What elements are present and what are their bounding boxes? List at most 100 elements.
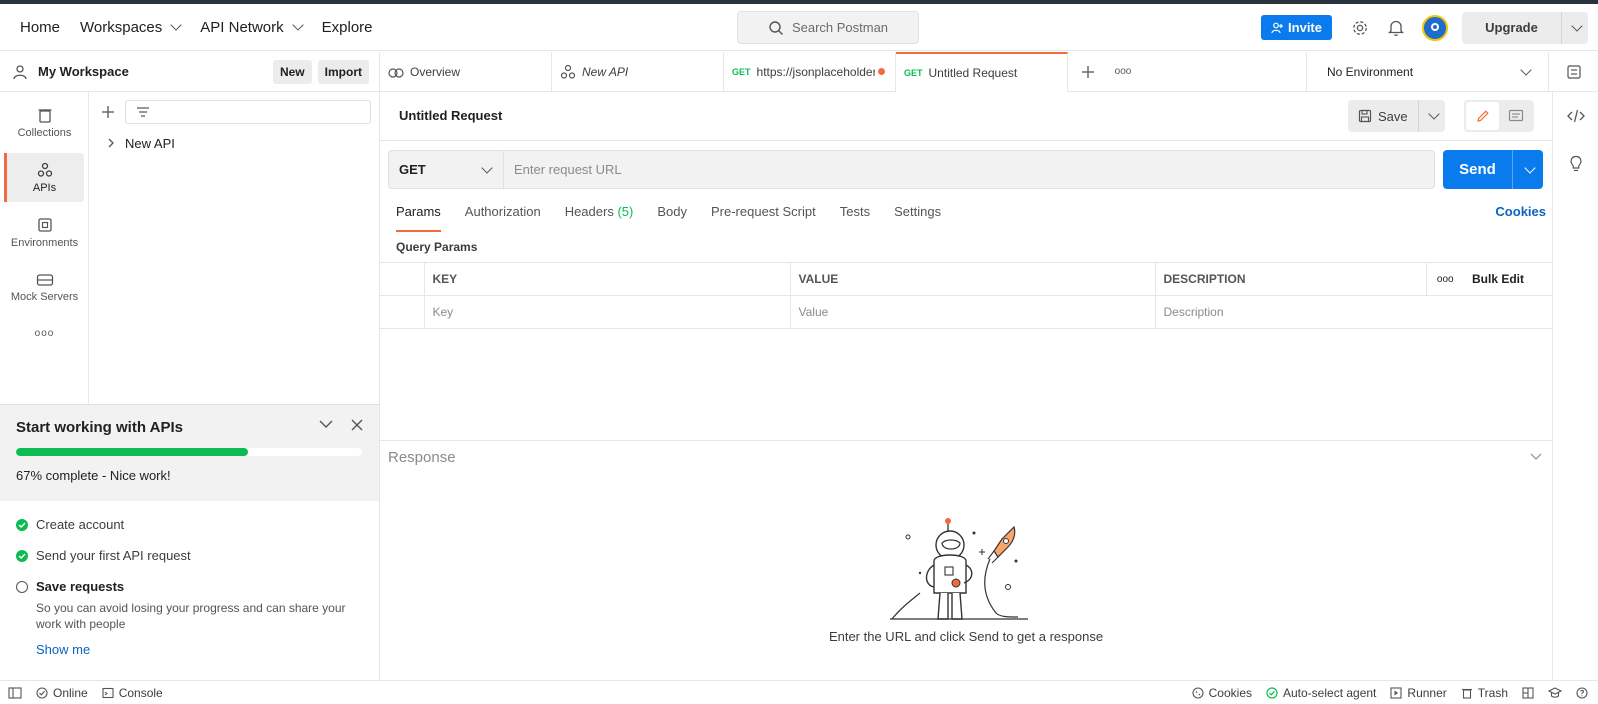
- apis-icon: [560, 64, 576, 79]
- request-title[interactable]: Untitled Request: [399, 108, 502, 123]
- save-icon: [1358, 109, 1372, 123]
- table-more-button[interactable]: ooo: [1425, 262, 1464, 296]
- tab-pre-request-script[interactable]: Pre-request Script: [711, 204, 816, 232]
- tab-body[interactable]: Body: [657, 204, 687, 232]
- sidebar-more-button[interactable]: ooo: [5, 318, 84, 348]
- tab-label: Overview: [410, 64, 461, 79]
- save-dropdown[interactable]: [1419, 108, 1445, 120]
- server-icon: [36, 273, 53, 286]
- method-badge: GET: [904, 67, 923, 78]
- tab-new-api[interactable]: New API: [552, 51, 724, 92]
- tab-settings[interactable]: Settings: [894, 204, 941, 232]
- save-button[interactable]: Save: [1348, 100, 1419, 132]
- bootcamp-button[interactable]: [1548, 687, 1562, 699]
- headers-count: (5): [617, 204, 634, 219]
- chevron-right-icon: [108, 138, 114, 148]
- upgrade-button[interactable]: Upgrade: [1462, 11, 1588, 44]
- two-pane-view-button[interactable]: [1522, 687, 1534, 699]
- sidebar-toggle-icon: [8, 686, 22, 699]
- agent-check-icon: [1266, 687, 1278, 699]
- upgrade-dropdown[interactable]: [1562, 19, 1588, 32]
- description-input[interactable]: Description: [1154, 295, 1552, 329]
- onboarding-title: Start working with APIs: [16, 419, 183, 436]
- show-me-link[interactable]: Show me: [36, 642, 346, 657]
- auto-select-agent-button[interactable]: Auto-select agent: [1266, 686, 1376, 700]
- help-button[interactable]: [1576, 687, 1588, 699]
- cookies-button[interactable]: Cookies: [1192, 686, 1252, 700]
- edit-mode-button[interactable]: [1466, 102, 1499, 130]
- api-tree-panel: New API: [89, 92, 380, 404]
- query-params-title: Query Params: [396, 240, 478, 254]
- params-table: KEY VALUE DESCRIPTION ooo Bulk Edit Key …: [380, 262, 1552, 329]
- tab-headers[interactable]: Headers (5): [565, 204, 634, 232]
- console-button[interactable]: Console: [102, 686, 163, 700]
- online-status[interactable]: Online: [36, 686, 88, 700]
- invite-button[interactable]: Invite: [1261, 15, 1332, 40]
- collapse-icon[interactable]: [319, 419, 333, 429]
- bell-icon: [1388, 20, 1404, 36]
- environment-selector[interactable]: No Environment: [1306, 52, 1548, 92]
- nav-workspaces[interactable]: Workspaces: [80, 19, 182, 36]
- url-input[interactable]: [503, 150, 1435, 189]
- runner-button[interactable]: Runner: [1390, 686, 1447, 700]
- tabs-more-button[interactable]: ooo: [1108, 52, 1138, 92]
- sidebar-item-collections[interactable]: Collections: [5, 98, 84, 147]
- nav-api-network-label: API Network: [200, 18, 284, 36]
- code-snippet-button[interactable]: [1553, 92, 1598, 140]
- sidebar-item-label: APIs: [32, 181, 57, 194]
- sidebar-item-environments[interactable]: Environments: [5, 208, 84, 257]
- filter-icon: [137, 107, 149, 117]
- tab-jsonplaceholder[interactable]: GET https://jsonplaceholder: [724, 51, 896, 92]
- request-header: Untitled Request Save: [380, 92, 1552, 141]
- runner-icon: [1390, 687, 1402, 699]
- task-label: Create account: [36, 517, 125, 532]
- chevron-down-icon: [1520, 64, 1532, 76]
- plus-icon[interactable]: [101, 105, 115, 119]
- chevron-down-icon: [170, 19, 182, 31]
- close-icon[interactable]: [351, 419, 363, 431]
- toggle-sidebar-button[interactable]: [8, 686, 22, 699]
- key-input[interactable]: Key: [423, 295, 790, 329]
- bulk-edit-button[interactable]: Bulk Edit: [1464, 262, 1552, 296]
- onboarding-panel: Start working with APIs 67% complete - N…: [0, 404, 380, 680]
- new-button[interactable]: New: [272, 59, 312, 84]
- search-input[interactable]: Search Postman: [737, 11, 919, 44]
- workspace-name[interactable]: My Workspace: [38, 64, 129, 79]
- invite-label: Invite: [1288, 20, 1322, 35]
- tree-item-new-api[interactable]: New API: [89, 132, 379, 154]
- tab-authorization[interactable]: Authorization: [465, 204, 541, 232]
- chevron-down-icon[interactable]: [1530, 453, 1542, 461]
- tab-params[interactable]: Params: [396, 204, 441, 232]
- sidebar-item-apis[interactable]: APIs: [4, 153, 84, 202]
- environment-quick-look-button[interactable]: [1548, 52, 1598, 92]
- nav-api-network[interactable]: API Network: [200, 18, 304, 36]
- status-label: Online: [53, 685, 88, 700]
- code-icon: [1566, 109, 1585, 123]
- sidebar-item-mock-servers[interactable]: Mock Servers: [5, 263, 84, 312]
- avatar[interactable]: [1422, 14, 1448, 41]
- task-description: So you can avoid losing your progress an…: [36, 601, 346, 631]
- send-button[interactable]: Send: [1443, 150, 1513, 189]
- filter-input[interactable]: [125, 100, 371, 124]
- trash-button[interactable]: Trash: [1461, 686, 1508, 700]
- tab-overview[interactable]: Overview: [380, 51, 552, 92]
- context-help-button[interactable]: [1553, 140, 1598, 188]
- value-input[interactable]: Value: [789, 295, 1155, 329]
- tab-untitled-request[interactable]: GET Untitled Request: [896, 51, 1068, 92]
- pencil-icon: [1476, 110, 1489, 122]
- import-button[interactable]: Import: [317, 59, 369, 84]
- notifications-button[interactable]: [1386, 18, 1406, 38]
- method-select[interactable]: GET: [388, 150, 503, 189]
- tab-tests[interactable]: Tests: [840, 204, 870, 232]
- cookies-link[interactable]: Cookies: [1495, 204, 1546, 219]
- search-placeholder: Search Postman: [791, 20, 889, 35]
- nav-home[interactable]: Home: [20, 19, 60, 36]
- new-tab-button[interactable]: [1068, 52, 1108, 92]
- comments-button[interactable]: [1499, 102, 1532, 130]
- send-dropdown[interactable]: [1513, 161, 1543, 174]
- nav-explore[interactable]: Explore: [322, 19, 373, 36]
- sidebar-rail: Collections APIs Environments Mock Serve…: [0, 92, 89, 404]
- settings-button[interactable]: [1350, 18, 1370, 38]
- method-badge: GET: [732, 66, 751, 77]
- status-bar: Online Console Cookies Auto-select agent…: [0, 680, 1598, 704]
